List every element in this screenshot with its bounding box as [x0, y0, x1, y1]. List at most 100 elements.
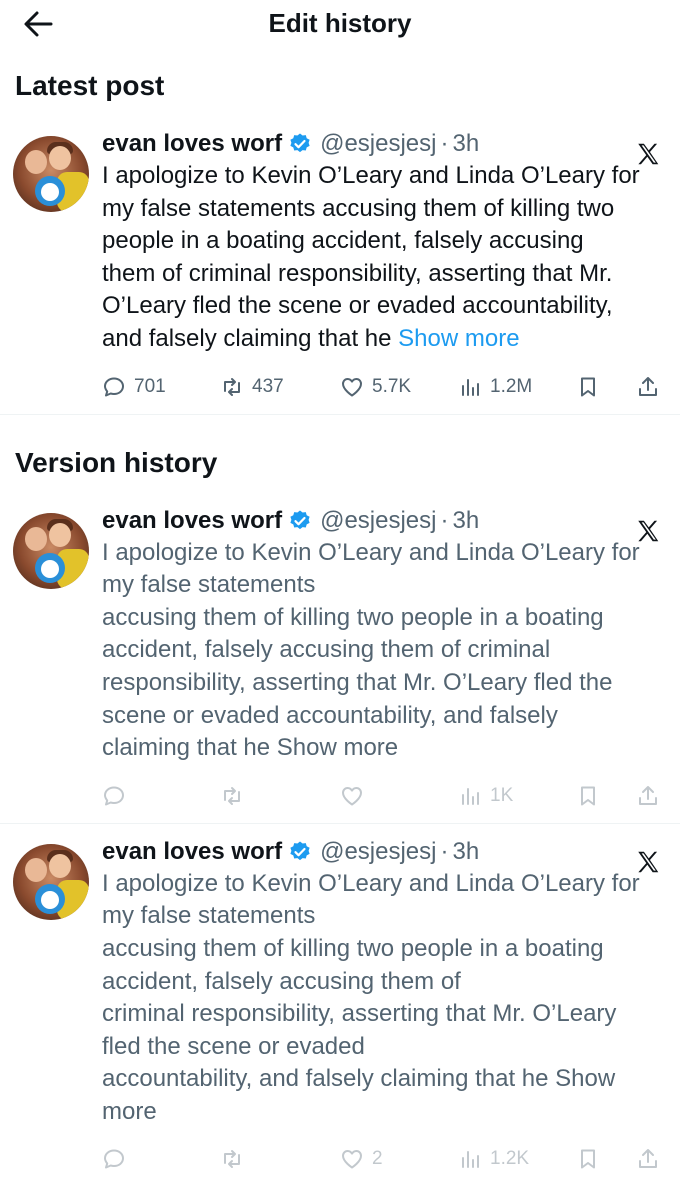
author-name[interactable]: evan loves worf [102, 838, 282, 866]
heart-icon [342, 377, 362, 397]
verified-badge-icon [288, 509, 312, 533]
post-latest[interactable]: evan loves worf @esjesjesj · 3h I apolog… [0, 128, 680, 410]
bookmark-button [576, 1144, 600, 1174]
post-text-line: accident, falsely accusing them of [102, 967, 461, 995]
x-logo-icon [634, 848, 662, 876]
share-icon [639, 785, 657, 805]
like-button: 2 [340, 1144, 383, 1174]
show-more-link[interactable]: Show [555, 1065, 615, 1092]
avatar[interactable] [13, 843, 89, 920]
author-handle[interactable]: @esjesjesj [320, 507, 436, 535]
post-time[interactable]: 3h [452, 507, 479, 535]
post-text-line: people in a boating accident, falsely ac… [102, 227, 584, 255]
post-text-fragment: claiming that he [102, 734, 271, 762]
share-button[interactable] [636, 372, 660, 402]
post-text-line: accusing them of killing two people in a… [102, 934, 604, 962]
post-time[interactable]: 3h [452, 838, 479, 866]
divider [0, 413, 680, 415]
views-icon [462, 1151, 479, 1169]
post-text-line: my false statements [102, 902, 316, 930]
verified-badge-icon [288, 840, 312, 864]
repost-icon [224, 1150, 240, 1169]
views-button: 1K [458, 781, 513, 811]
post-text-line: claiming that he Show more [102, 732, 664, 765]
post-text-line: accountability, and falsely claiming tha… [102, 1063, 664, 1096]
post-text: I apologize to Kevin O’Leary and Linda O… [102, 160, 664, 356]
views-icon [462, 378, 479, 396]
author-handle[interactable]: @esjesjesj [320, 130, 436, 158]
post-version[interactable]: evan loves worf @esjesjesj · 3h I apolog… [0, 836, 680, 1183]
top-bar: Edit history [0, 0, 680, 50]
post-actions: 1K [102, 775, 664, 819]
post-text-line: O’Leary fled the scene or evaded account… [102, 292, 613, 320]
post-text-line: fled the scene or evaded [102, 1032, 365, 1060]
show-more-link[interactable]: Show more [398, 325, 519, 352]
reply-icon [104, 786, 124, 806]
reply-button [102, 1144, 126, 1174]
reply-icon [104, 377, 124, 397]
post-text-fragment: and falsely claiming that he [102, 324, 392, 352]
repost-count: 437 [252, 375, 284, 397]
author-name[interactable]: evan loves worf [102, 130, 282, 158]
view-count: 1.2K [490, 1148, 530, 1170]
bookmark-button [576, 781, 600, 811]
post-text-line: them of criminal responsibility, asserti… [102, 259, 613, 287]
repost-icon [224, 377, 240, 396]
separator-dot: · [440, 837, 449, 865]
post-text-line: accident, falsely accusing them of crimi… [102, 636, 551, 664]
repost-button [220, 781, 244, 811]
post-text: I apologize to Kevin O’Leary and Linda O… [102, 868, 664, 1129]
post-text-line: scene or evaded accountability, and fals… [102, 701, 558, 729]
like-count: 2 [372, 1148, 383, 1170]
post-header: evan loves worf @esjesjesj · 3h [102, 128, 664, 160]
post-text-line: my false statements [102, 571, 316, 599]
reply-icon [104, 1149, 124, 1169]
post-text: I apologize to Kevin O’Leary and Linda O… [102, 537, 664, 765]
post-text-line: I apologize to Kevin O’Leary and Linda O… [102, 869, 640, 897]
show-more-link[interactable]: Show more [277, 734, 398, 761]
post-text-line: I apologize to Kevin O’Leary and Linda O… [102, 162, 640, 189]
post-time[interactable]: 3h [452, 130, 479, 158]
views-button[interactable]: 1.2M [458, 372, 532, 402]
post-actions: 2 1.2K [102, 1138, 664, 1182]
bookmark-icon [581, 786, 595, 806]
divider [0, 822, 680, 824]
section-title-latest: Latest post [15, 70, 165, 101]
avatar[interactable] [13, 512, 89, 589]
separator-dot: · [440, 130, 449, 157]
views-button: 1.2K [458, 1144, 529, 1174]
post-text-line: accusing them of killing two people in a… [102, 603, 604, 631]
post-version[interactable]: evan loves worf @esjesjesj · 3h I apolog… [0, 505, 680, 819]
post-text-line: and falsely claiming that he Show more [102, 323, 664, 356]
post-text-line: I apologize to Kevin O’Leary and Linda O… [102, 538, 640, 566]
views-icon [462, 787, 479, 805]
page-title: Edit history [268, 8, 412, 38]
author-name[interactable]: evan loves worf [102, 507, 282, 535]
heart-icon [342, 786, 362, 806]
post-text-line: responsibility, asserting that Mr. O’Lea… [102, 668, 613, 696]
post-text-line: criminal responsibility, asserting that … [102, 1000, 617, 1028]
view-count: 1K [490, 784, 514, 806]
x-logo-icon [634, 517, 662, 545]
show-more-link[interactable]: more [102, 1098, 157, 1125]
section-title-versions: Version history [15, 446, 218, 478]
author-handle[interactable]: @esjesjesj [320, 838, 436, 866]
like-button[interactable]: 5.7K [340, 372, 411, 402]
post-text-line: more [102, 1096, 664, 1129]
reply-button[interactable]: 701 [102, 372, 166, 402]
view-count: 1.2M [490, 375, 533, 397]
post-text-line: my false statements accusing them of kil… [102, 194, 615, 222]
repost-button[interactable]: 437 [220, 372, 284, 402]
share-icon [639, 376, 657, 396]
bookmark-button[interactable] [576, 372, 600, 402]
bookmark-icon [581, 377, 595, 397]
avatar[interactable] [13, 136, 89, 212]
repost-icon [224, 786, 240, 805]
reply-button [102, 781, 126, 811]
post-actions: 701 437 5.7K 1.2M [102, 366, 664, 410]
repost-button [220, 1144, 244, 1174]
post-header: evan loves worf @esjesjesj · 3h [102, 836, 664, 868]
share-icon [639, 1149, 657, 1169]
separator-dot: · [440, 506, 449, 534]
share-button [636, 1144, 660, 1174]
